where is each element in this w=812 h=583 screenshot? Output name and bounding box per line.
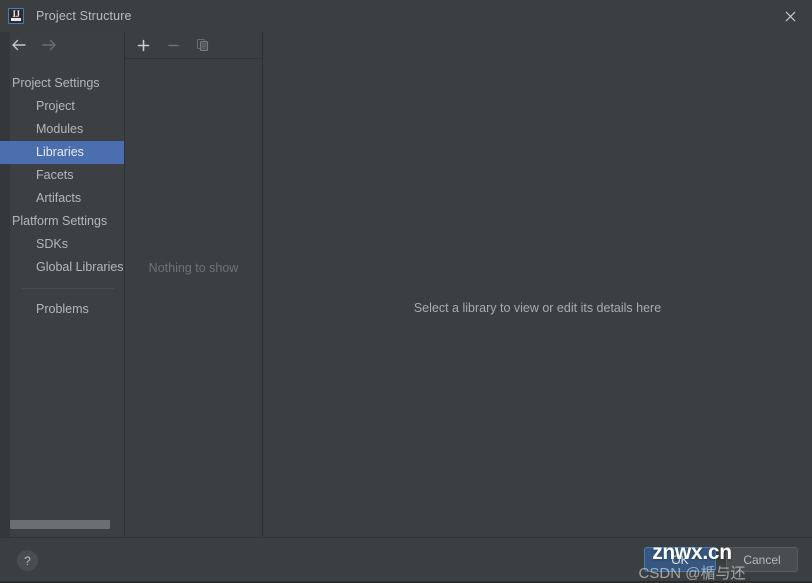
sidebar-divider	[22, 288, 114, 289]
libraries-list-panel: Nothing to show	[125, 32, 263, 537]
logo-bar	[11, 18, 21, 21]
minus-icon	[163, 35, 183, 55]
help-icon[interactable]: ?	[17, 550, 38, 571]
window-title: Project Structure	[36, 9, 132, 23]
intellij-logo-icon: IJ	[8, 8, 24, 24]
sidebar-item-facets[interactable]: Facets	[0, 164, 124, 187]
history-navigation	[0, 32, 124, 62]
sidebar-item-sdks[interactable]: SDKs	[0, 233, 124, 256]
sidebar-item-problems[interactable]: Problems	[0, 298, 124, 321]
project-structure-dialog: IJ Project Structure Project Settings Pr…	[0, 0, 812, 582]
libraries-toolbar	[125, 32, 262, 59]
sidebar-item-project[interactable]: Project	[0, 95, 124, 118]
copy-icon	[193, 35, 213, 55]
scrollbar-thumb[interactable]	[10, 520, 110, 529]
sidebar-item-modules[interactable]: Modules	[0, 118, 124, 141]
arrow-right-icon	[41, 38, 58, 57]
library-detail-panel: Select a library to view or edit its det…	[263, 32, 812, 537]
close-icon[interactable]	[768, 0, 812, 32]
settings-sidebar: Project Settings Project Modules Librari…	[0, 32, 125, 537]
settings-category-list: Project Settings Project Modules Librari…	[0, 62, 124, 321]
sidebar-item-global-libraries[interactable]: Global Libraries	[0, 256, 124, 279]
title-bar: IJ Project Structure	[0, 0, 812, 32]
sidebar-item-project-settings: Project Settings	[12, 76, 100, 90]
plus-icon[interactable]	[133, 35, 153, 55]
dialog-body: Project Settings Project Modules Librari…	[0, 32, 812, 537]
arrow-left-icon[interactable]	[10, 38, 27, 57]
empty-message: Nothing to show	[148, 261, 239, 275]
sidebar-horizontal-scrollbar[interactable]	[0, 519, 124, 530]
sidebar-item-artifacts[interactable]: Artifacts	[0, 187, 124, 210]
sidebar-item-libraries[interactable]: Libraries	[0, 141, 124, 164]
sidebar-item-platform-settings: Platform Settings	[12, 214, 108, 228]
libraries-empty-state: Nothing to show	[125, 59, 262, 537]
watermark-secondary: CSDN @楯与还	[638, 565, 746, 582]
detail-hint-message: Select a library to view or edit its det…	[413, 301, 662, 315]
